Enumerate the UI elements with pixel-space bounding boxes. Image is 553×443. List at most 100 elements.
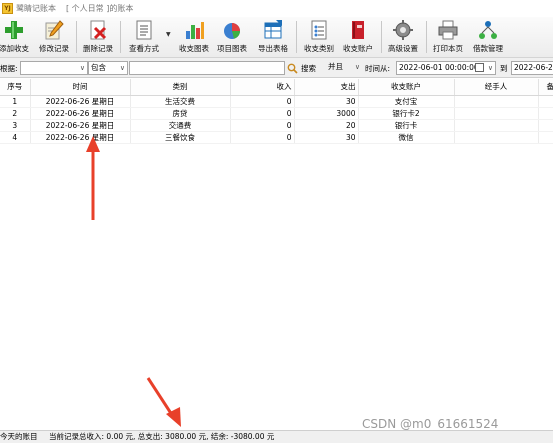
cell-account: 微信 bbox=[358, 131, 455, 144]
document-list-icon bbox=[136, 20, 152, 40]
cell-category: 三餐饮食 bbox=[130, 131, 231, 144]
cell-category: 交通费 bbox=[130, 119, 231, 132]
calendar-icon bbox=[475, 63, 484, 72]
app-logo-icon: YJ bbox=[2, 3, 13, 14]
window-title: 鹭睛记账本 bbox=[16, 4, 56, 13]
cell-index: 4 bbox=[0, 131, 31, 144]
column-header-index[interactable]: 序号 bbox=[0, 79, 31, 96]
cell-category: 房贷 bbox=[130, 107, 231, 120]
add-income-button[interactable]: 添加收支 bbox=[0, 19, 32, 56]
toolbar-separator bbox=[381, 21, 382, 53]
time-to-picker[interactable]: 2022-06-26 bbox=[511, 61, 553, 75]
chevron-down-icon[interactable]: ▼ bbox=[166, 31, 171, 38]
pie-chart-icon bbox=[224, 23, 240, 39]
cell-index: 3 bbox=[0, 119, 31, 132]
gear-icon bbox=[393, 20, 413, 40]
cell-note bbox=[538, 131, 553, 144]
plus-icon bbox=[5, 21, 23, 39]
cell-handler bbox=[454, 131, 539, 144]
chevron-down-icon: ∨ bbox=[354, 63, 360, 71]
search-button[interactable]: 搜索 bbox=[287, 61, 316, 75]
table-row[interactable]: 1 2022-06-26 星期日 生活交费 0 30 支付宝 bbox=[0, 95, 553, 108]
filter-field-select[interactable]: ∨ bbox=[20, 61, 88, 75]
export-table-button[interactable]: 导出表格 bbox=[254, 19, 292, 56]
time-from-picker[interactable]: 2022-06-01 00:00:00 ∨ bbox=[396, 61, 496, 75]
column-header-note[interactable]: 备注 bbox=[538, 79, 553, 96]
delete-record-button[interactable]: 删除记录 bbox=[80, 19, 116, 56]
view-mode-button[interactable]: 查看方式 bbox=[124, 19, 164, 56]
time-to-label: 到 bbox=[500, 64, 508, 73]
red-book-icon bbox=[352, 21, 364, 39]
cell-note bbox=[538, 107, 553, 120]
search-input[interactable] bbox=[129, 61, 285, 75]
cell-category: 生活交费 bbox=[130, 95, 231, 108]
cell-income: 0 bbox=[230, 107, 295, 120]
printer-icon bbox=[438, 20, 458, 40]
chevron-down-icon: ∨ bbox=[487, 64, 493, 72]
item-chart-button[interactable]: 项目图表 bbox=[214, 19, 250, 56]
table-row[interactable]: 2 2022-06-26 星期日 房贷 0 3000 银行卡2 bbox=[0, 107, 553, 120]
column-header-expense[interactable]: 支出 bbox=[294, 79, 359, 96]
cell-account: 银行卡2 bbox=[358, 107, 455, 120]
toolbar-separator bbox=[296, 21, 297, 53]
cell-expense: 20 bbox=[294, 119, 359, 132]
cell-note bbox=[538, 119, 553, 132]
toolbar-separator bbox=[426, 21, 427, 53]
table-header-row: 序号 时间 类别 收入 支出 收支账户 经手人 备注 bbox=[0, 79, 553, 96]
income-chart-button[interactable]: 收支图表 bbox=[176, 19, 212, 56]
network-icon bbox=[479, 21, 497, 39]
cell-account: 银行卡 bbox=[358, 119, 455, 132]
edit-record-button[interactable]: 修改记录 bbox=[36, 19, 72, 56]
column-header-category[interactable]: 类别 bbox=[130, 79, 231, 96]
cell-income: 0 bbox=[230, 119, 295, 132]
filter-bar: 根据: ∨ 包含 ∨ 搜索 并且 ∨ 时间从: 2022-06-01 00:00… bbox=[0, 58, 553, 78]
income-category-button[interactable]: 收支类别 bbox=[300, 19, 338, 56]
export-table-icon bbox=[264, 20, 282, 39]
cell-time: 2022-06-26 星期日 bbox=[30, 119, 131, 132]
lending-management-button[interactable]: 借款管理 bbox=[469, 19, 507, 56]
column-header-income[interactable]: 收入 bbox=[230, 79, 295, 96]
advanced-settings-button[interactable]: 高级设置 bbox=[384, 19, 422, 56]
table-row[interactable]: 4 2022-06-26 星期日 三餐饮食 0 30 微信 bbox=[0, 131, 553, 144]
checklist-icon bbox=[311, 20, 327, 40]
cell-expense: 30 bbox=[294, 95, 359, 108]
cell-income: 0 bbox=[230, 131, 295, 144]
table-row[interactable]: 3 2022-06-26 星期日 交通费 0 20 银行卡 bbox=[0, 119, 553, 132]
cell-income: 0 bbox=[230, 95, 295, 108]
pencil-notepad-icon bbox=[45, 20, 64, 40]
print-page-button[interactable]: 打印本页 bbox=[429, 19, 467, 56]
cell-handler bbox=[454, 107, 539, 120]
logic-select[interactable]: 并且 ∨ bbox=[326, 61, 362, 75]
toolbar-separator bbox=[120, 21, 121, 53]
cell-index: 2 bbox=[0, 107, 31, 120]
income-account-button[interactable]: 收支账户 bbox=[339, 19, 377, 56]
cell-note bbox=[538, 95, 553, 108]
cell-index: 1 bbox=[0, 95, 31, 108]
delete-document-icon bbox=[90, 20, 107, 40]
toolbar: 添加收支 修改记录 删除记录 查看方式 ▼ 收支图表 项目图表 导出表格 收支类… bbox=[0, 17, 553, 58]
cell-expense: 3000 bbox=[294, 107, 359, 120]
cell-handler bbox=[454, 119, 539, 132]
status-today: 今天的账目 bbox=[0, 432, 38, 441]
status-summary: 当前记录总收入: 0.00 元, 总支出: 3080.00 元, 结余: -30… bbox=[49, 432, 275, 441]
column-header-time[interactable]: 时间 bbox=[30, 79, 131, 96]
bar-chart-icon bbox=[186, 22, 204, 39]
chevron-down-icon: ∨ bbox=[119, 64, 125, 72]
toolbar-separator bbox=[76, 21, 77, 53]
search-icon bbox=[287, 63, 298, 74]
filter-match-select[interactable]: 包含 ∨ bbox=[88, 61, 128, 75]
status-bar: 今天的账目 当前记录总收入: 0.00 元, 总支出: 3080.00 元, 结… bbox=[0, 430, 553, 443]
cell-time: 2022-06-26 星期日 bbox=[30, 107, 131, 120]
cell-expense: 30 bbox=[294, 131, 359, 144]
cell-handler bbox=[454, 95, 539, 108]
records-table: 序号 时间 类别 收入 支出 收支账户 经手人 备注 1 2022-06-26 … bbox=[0, 79, 553, 429]
cell-time: 2022-06-26 星期日 bbox=[30, 131, 131, 144]
chevron-down-icon: ∨ bbox=[79, 64, 85, 72]
title-bar: YJ 鹭睛记账本 [ 个人日常 ]的账本 bbox=[0, 0, 553, 17]
column-header-handler[interactable]: 经手人 bbox=[454, 79, 539, 96]
watermark: CSDN @m0_61661524 bbox=[362, 417, 499, 431]
time-from-label: 时间从: bbox=[365, 64, 391, 73]
cell-account: 支付宝 bbox=[358, 95, 455, 108]
column-header-account[interactable]: 收支账户 bbox=[358, 79, 455, 96]
cell-time: 2022-06-26 星期日 bbox=[30, 95, 131, 108]
